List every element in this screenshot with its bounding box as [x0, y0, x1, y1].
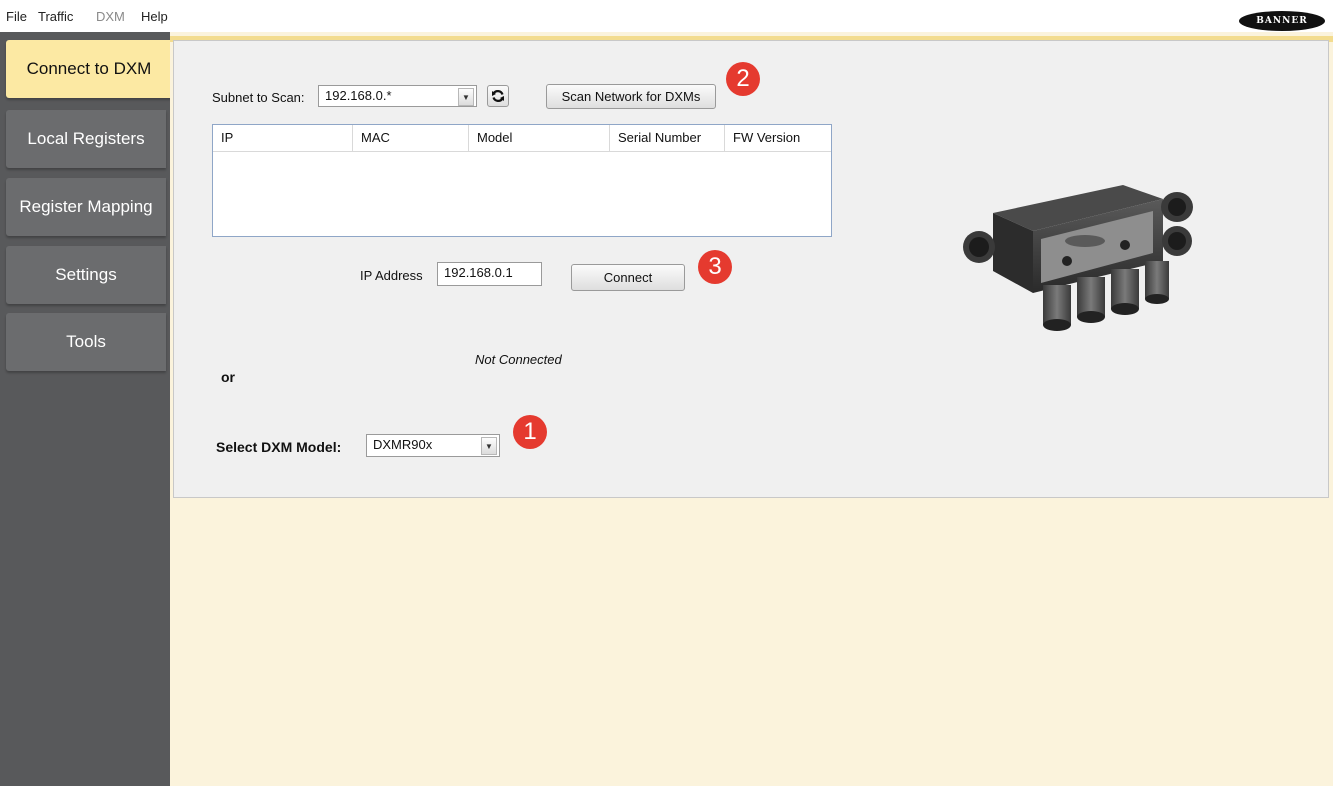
- scan-network-label: Scan Network for DXMs: [561, 89, 701, 104]
- table-header-row: IP MAC Model Serial Number FW Version: [213, 125, 831, 152]
- subnet-combobox[interactable]: 192.168.0.* ▼: [318, 85, 477, 107]
- callout-badge-2: 2: [726, 62, 760, 96]
- connector-left: [963, 231, 995, 263]
- dxm-model-select[interactable]: DXMR90x ▼: [366, 434, 500, 457]
- device-image: [963, 185, 1193, 331]
- tab-settings[interactable]: Settings: [6, 246, 166, 304]
- scan-results-table[interactable]: IP MAC Model Serial Number FW Version: [212, 124, 832, 237]
- connector-right-bottom: [1162, 226, 1192, 256]
- ip-address-input[interactable]: 192.168.0.1: [437, 262, 542, 286]
- callout-badge-3-label: 3: [708, 253, 722, 280]
- column-header-serial-number[interactable]: Serial Number: [610, 125, 725, 151]
- menu-traffic[interactable]: Traffic: [38, 9, 73, 24]
- tab-local-registers-label: Local Registers: [27, 129, 145, 148]
- column-header-ip[interactable]: IP: [213, 125, 353, 151]
- ip-address-label: IP Address: [360, 268, 423, 283]
- tab-settings-label: Settings: [55, 265, 117, 284]
- connector-right-top: [1161, 192, 1193, 222]
- tab-register-mapping-label: Register Mapping: [19, 197, 153, 216]
- tab-register-mapping[interactable]: Register Mapping: [6, 178, 166, 236]
- column-header-fw-version[interactable]: FW Version: [725, 125, 831, 151]
- tab-connect-label: Connect to DXM: [26, 59, 152, 78]
- callout-badge-2-label: 2: [736, 65, 750, 92]
- connect-button-label: Connect: [603, 270, 653, 285]
- column-header-model[interactable]: Model: [469, 125, 610, 151]
- callout-badge-3: 3: [698, 250, 732, 284]
- banner-logo-text: BANNER: [1256, 16, 1308, 26]
- subnet-value: 192.168.0.*: [325, 88, 392, 103]
- connect-button[interactable]: Connect: [571, 264, 685, 291]
- tab-tools-label: Tools: [66, 332, 106, 351]
- menu-dxm[interactable]: DXM: [96, 9, 125, 24]
- refresh-button[interactable]: [487, 85, 509, 107]
- scan-network-button[interactable]: Scan Network for DXMs: [546, 84, 716, 109]
- banner-logo: BANNER: [1239, 11, 1325, 31]
- callout-badge-1-label: 1: [523, 418, 537, 445]
- or-separator: or: [221, 369, 235, 385]
- tab-connect-to-dxm[interactable]: Connect to DXM: [6, 40, 172, 98]
- menu-help[interactable]: Help: [141, 9, 168, 24]
- tab-local-registers[interactable]: Local Registers: [6, 110, 166, 168]
- column-header-mac[interactable]: MAC: [353, 125, 469, 151]
- tab-tools[interactable]: Tools: [6, 313, 166, 371]
- connection-status: Not Connected: [475, 352, 562, 367]
- menu-bar: File Traffic DXM Help BANNER: [0, 0, 1333, 32]
- select-model-label: Select DXM Model:: [216, 439, 342, 455]
- dxm-model-value: DXMR90x: [373, 437, 433, 452]
- menu-file[interactable]: File: [6, 9, 27, 24]
- chevron-down-icon[interactable]: ▼: [481, 437, 497, 455]
- subnet-label: Subnet to Scan:: [212, 90, 305, 105]
- refresh-icon: [492, 90, 504, 102]
- chevron-down-icon[interactable]: ▼: [458, 88, 474, 106]
- ip-address-value: 192.168.0.1: [444, 265, 513, 280]
- sidebar: Connect to DXM Local Registers Register …: [0, 32, 172, 786]
- callout-badge-1: 1: [513, 415, 547, 449]
